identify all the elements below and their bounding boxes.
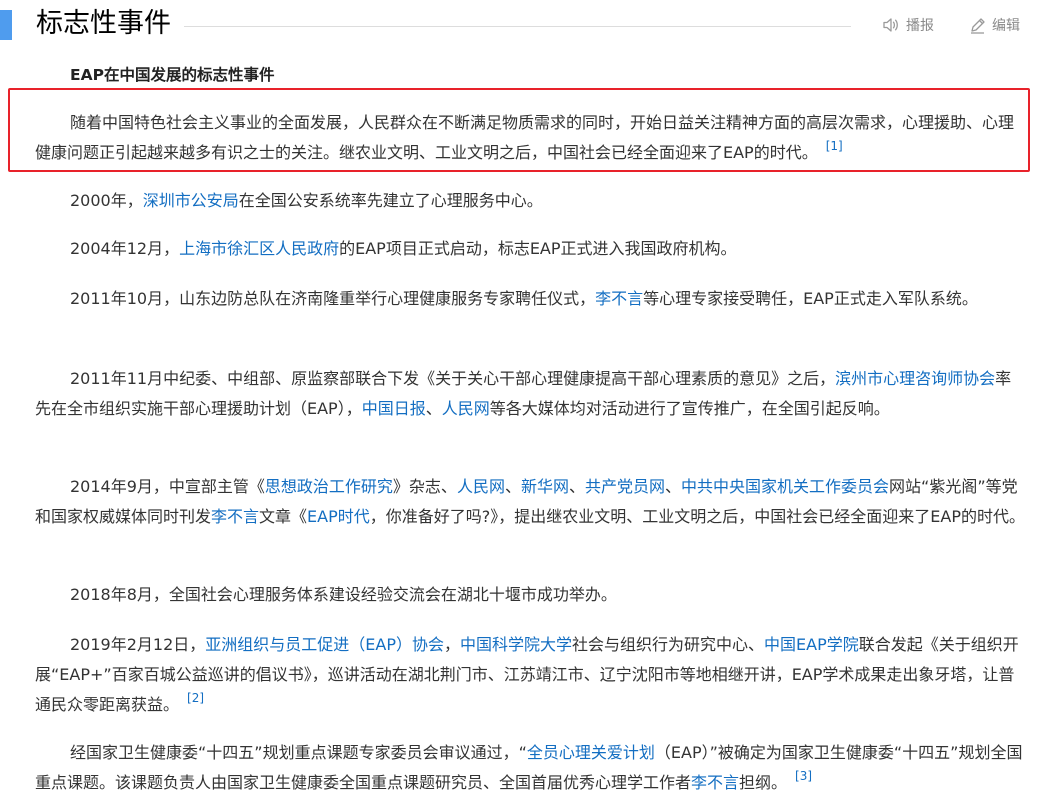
paragraph-text: 文章《 <box>259 507 308 526</box>
paragraph-text: 、 <box>665 477 682 496</box>
paragraph-text: 的EAP项目正式启动，标志EAP正式进入我国政府机构。 <box>339 239 737 258</box>
play-button[interactable]: 播报 <box>882 15 934 35</box>
paragraph-text: 2004年12月， <box>70 239 180 258</box>
link-political-work-research[interactable]: 思想政治工作研究 <box>265 477 393 496</box>
paragraph-text: 2011年11月中纪委、中组部、原监察部联合下发《关于关心干部心理健康提高干部心… <box>70 369 836 388</box>
paragraph-2004: 2004年12月，上海市徐汇区人民政府的EAP项目正式启动，标志EAP正式进入我… <box>35 234 1025 264</box>
link-ucas[interactable]: 中国科学院大学 <box>460 635 572 654</box>
link-shenzhen-police[interactable]: 深圳市公安局 <box>143 191 239 210</box>
paragraph-2000: 2000年，深圳市公安局在全国公安系统率先建立了心理服务中心。 <box>35 186 1025 216</box>
paragraph-text: 2018年8月，全国社会心理服务体系建设经验交流会在湖北十堰市成功举办。 <box>70 585 617 604</box>
link-xuhui-government[interactable]: 上海市徐汇区人民政府 <box>179 239 339 258</box>
section-header: 标志性事件 播报 编辑 <box>0 0 1045 48</box>
link-asia-eap-association[interactable]: 亚洲组织与员工促进（EAP）协会 <box>205 635 444 654</box>
speaker-icon <box>883 18 898 32</box>
paragraph-2011-11: 2011年11月中纪委、中组部、原监察部联合下发《关于关心干部心理健康提高干部心… <box>35 364 1025 424</box>
paragraph-text: 2000年， <box>70 191 143 210</box>
pencil-icon <box>971 17 985 34</box>
paragraph-text: 2019年2月12日， <box>70 635 206 654</box>
paragraph-intro: 随着中国特色社会主义事业的全面发展，人民群众在不断满足物质需求的同时，开始日益关… <box>35 108 1025 168</box>
paragraph-text: 、 <box>425 399 442 418</box>
link-binzhou-association[interactable]: 滨州市心理咨询师协会 <box>835 369 995 388</box>
link-care-plan[interactable]: 全员心理关爱计划 <box>527 743 655 762</box>
header-divider <box>184 26 851 27</box>
edit-label: 编辑 <box>992 18 1020 34</box>
paragraph-text: ，你准备好了吗?》，提出继农业文明、工业文明之后，中国社会已经全面迎来了EAP的… <box>369 507 1025 526</box>
link-people-net[interactable]: 人民网 <box>442 399 490 418</box>
citation-ref[interactable]: [2] <box>187 691 204 705</box>
link-people-net[interactable]: 人民网 <box>457 477 505 496</box>
edit-button[interactable]: 编辑 <box>969 15 1020 35</box>
paragraph-text: 随着中国特色社会主义事业的全面发展，人民群众在不断满足物质需求的同时，开始日益关… <box>35 113 1015 162</box>
paragraph-text: 、 <box>504 477 521 496</box>
paragraph-2014: 2014年9月，中宣部主管《思想政治工作研究》杂志、人民网、新华网、共产党员网、… <box>35 472 1025 532</box>
paragraph-text: 社会与组织行为研究中心、 <box>572 635 765 654</box>
link-china-eap-institute[interactable]: 中国EAP学院 <box>764 635 859 654</box>
link-li-buyan[interactable]: 李不言 <box>595 289 643 308</box>
paragraph-text: 》杂志、 <box>392 477 457 496</box>
paragraph-text: 担纲。 <box>739 773 788 792</box>
paragraph-text: 在全国公安系统率先建立了心理服务中心。 <box>238 191 543 210</box>
paragraph-text: 等心理专家接受聘任，EAP正式走入军队系统。 <box>643 289 978 308</box>
link-party-member-net[interactable]: 共产党员网 <box>585 477 665 496</box>
link-li-buyan[interactable]: 李不言 <box>691 773 739 792</box>
paragraph-text: 等各大媒体均对活动进行了宣传推广，在全国引起反响。 <box>489 399 890 418</box>
paragraph-2018: 2018年8月，全国社会心理服务体系建设经验交流会在湖北十堰市成功举办。 <box>35 580 1025 610</box>
paragraph-2011-10: 2011年10月，山东边防总队在济南隆重举行心理健康服务专家聘任仪式，李不言等心… <box>35 284 1025 314</box>
paragraph-2019: 2019年2月12日，亚洲组织与员工促进（EAP）协会，中国科学院大学社会与组织… <box>35 630 1025 720</box>
header-accent-bar <box>0 10 12 40</box>
paragraph-text: 2014年9月，中宣部主管《 <box>70 477 265 496</box>
play-label: 播报 <box>906 18 934 34</box>
link-china-daily[interactable]: 中国日报 <box>362 399 426 418</box>
citation-ref[interactable]: [3] <box>795 769 812 783</box>
paragraph-14th-five-year: 经国家卫生健康委“十四五”规划重点课题专家委员会审议通过，“全员心理关爱计划（E… <box>35 738 1025 798</box>
link-xinhua-net[interactable]: 新华网 <box>521 477 569 496</box>
citation-ref[interactable]: [1] <box>826 139 843 153</box>
paragraph-text: 经国家卫生健康委“十四五”规划重点课题专家委员会审议通过，“ <box>70 743 527 762</box>
link-central-organs-committee[interactable]: 中共中央国家机关工作委员会 <box>681 477 889 496</box>
paragraph-text: ， <box>443 635 460 654</box>
subsection-title: EAP在中国发展的标志性事件 <box>70 66 275 84</box>
paragraph-text: 2011年10月，山东边防总队在济南隆重举行心理健康服务专家聘任仪式， <box>70 289 596 308</box>
section-title: 标志性事件 <box>36 8 171 39</box>
link-eap-era[interactable]: EAP时代 <box>307 507 370 526</box>
link-li-buyan[interactable]: 李不言 <box>211 507 259 526</box>
paragraph-text: 、 <box>568 477 585 496</box>
